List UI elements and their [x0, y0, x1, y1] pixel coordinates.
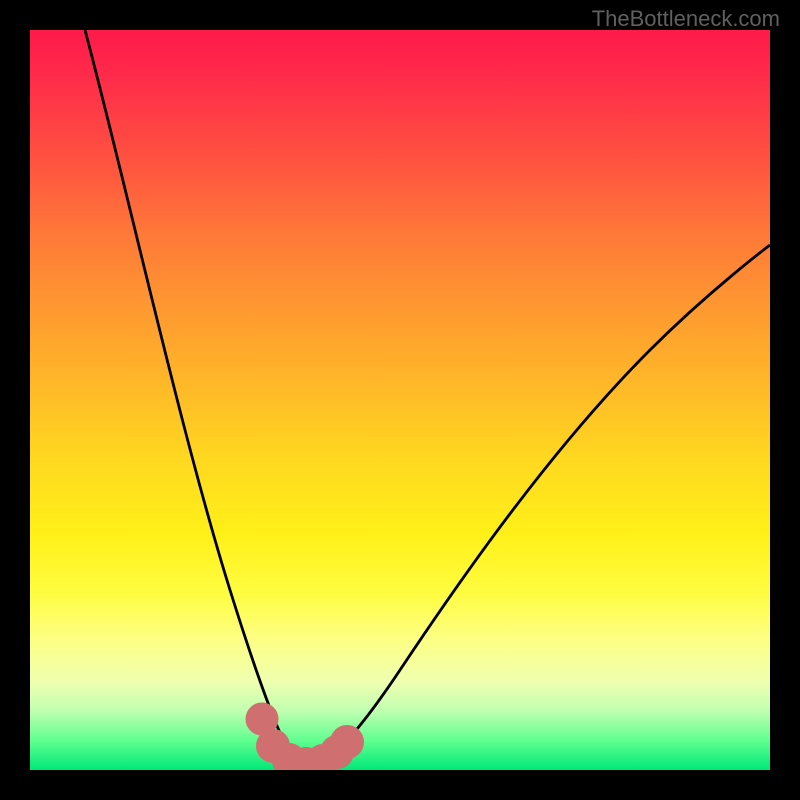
watermark-text: TheBottleneck.com	[592, 6, 780, 32]
chart-plot-area	[30, 30, 770, 770]
optimal-region-marker	[254, 711, 356, 770]
chart-curves-svg	[30, 30, 770, 770]
bottleneck-curve-left	[85, 30, 306, 767]
bottleneck-curve-right	[306, 245, 770, 767]
